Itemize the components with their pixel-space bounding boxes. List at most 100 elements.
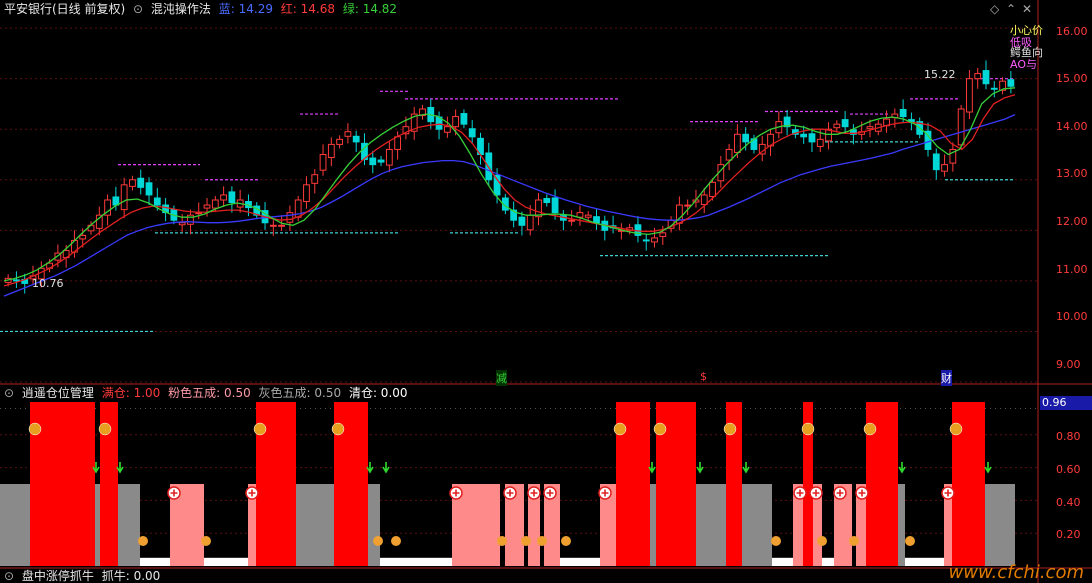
candle-body xyxy=(551,197,559,214)
sub-axis-label: 0.80 xyxy=(1056,430,1081,443)
candle-body xyxy=(833,123,841,129)
red-line-value: 红: 14.68 xyxy=(280,2,336,16)
green-line-value: 绿: 14.82 xyxy=(342,2,398,16)
candle-body xyxy=(535,199,542,218)
candle-body xyxy=(974,73,982,80)
gray-half-bar xyxy=(368,484,380,566)
bottom-header: ⊙ 盘中涨停抓牛 抓牛: 0.00 xyxy=(4,569,164,583)
clear-position-bar xyxy=(822,557,834,566)
high-price-mark: 15.22 xyxy=(924,68,956,81)
bottom-indicator-name[interactable]: 盘中涨停抓牛 xyxy=(22,569,94,583)
bottom-dropdown-icon[interactable]: ⊙ xyxy=(4,569,14,583)
label-ao: AO与 xyxy=(1010,58,1037,71)
money-bag-icon xyxy=(253,422,267,436)
clear-position-bar xyxy=(380,557,452,566)
candle-body xyxy=(203,204,211,209)
panel-up-icon[interactable]: ⌃ xyxy=(1006,2,1016,16)
candle-body xyxy=(394,136,402,150)
clear-position-bar xyxy=(560,557,600,566)
price-axis-label: 10.00 xyxy=(1056,310,1088,323)
clear-position-bar xyxy=(905,557,944,566)
stock-title[interactable]: 平安银行(日线 前复权) xyxy=(4,2,125,16)
candle-body xyxy=(13,279,20,282)
price-axis-label: 14.00 xyxy=(1056,120,1088,133)
alligator-line-红 xyxy=(3,94,1016,287)
candle-body xyxy=(319,154,327,171)
runner-icon xyxy=(537,536,547,546)
gray-half-value: 灰色五成: 0.50 xyxy=(258,386,342,400)
signal-reduce: 减 xyxy=(496,370,507,386)
sub-header: ⊙ 逍遥仓位管理 满仓: 1.00 粉色五成: 0.50 灰色五成: 0.50 … xyxy=(4,386,412,400)
candle-body xyxy=(841,119,849,128)
runner-icon xyxy=(905,536,915,546)
candle-body xyxy=(228,191,236,204)
close-icon[interactable]: ✕ xyxy=(1022,2,1032,16)
pink-half-value: 粉色五成: 0.50 xyxy=(168,386,251,400)
price-axis-label: 12.00 xyxy=(1056,215,1088,228)
expand-icon[interactable]: ◇ xyxy=(990,2,999,16)
candle-body xyxy=(327,143,335,159)
runner-icon xyxy=(373,536,383,546)
candle-body xyxy=(195,212,203,215)
money-bag-icon xyxy=(653,422,667,436)
candle-body xyxy=(899,109,907,118)
candle-body xyxy=(385,148,393,166)
candle-body xyxy=(593,216,600,224)
candle-body xyxy=(584,214,592,218)
blue-line-value: 蓝: 14.29 xyxy=(218,2,273,16)
runner-icon xyxy=(561,536,571,546)
candle-body xyxy=(137,177,145,188)
price-axis-label: 15.00 xyxy=(1056,72,1088,85)
sub-indicator-name[interactable]: 逍遥仓位管理 xyxy=(22,386,94,400)
indicator-dropdown-icon[interactable]: ⊙ xyxy=(133,2,143,16)
chart-canvas xyxy=(0,0,1092,583)
signal-finance: 财 xyxy=(941,370,952,386)
down-arrow-icon xyxy=(382,462,390,474)
gray-half-bar xyxy=(95,484,100,566)
clear-position-bar xyxy=(772,557,793,566)
clear-position-bar xyxy=(204,557,248,566)
candle-body xyxy=(543,197,551,204)
candle-body xyxy=(79,234,87,240)
gray-half-bar xyxy=(650,484,656,566)
candle-body xyxy=(211,199,219,209)
down-arrow-icon xyxy=(984,462,992,474)
candle-body xyxy=(369,157,377,166)
runner-icon xyxy=(201,536,211,546)
down-arrow-icon xyxy=(742,462,750,474)
candle-body xyxy=(866,126,874,130)
price-axis-label: 11.00 xyxy=(1056,263,1088,276)
signal-dollar: $ xyxy=(700,370,707,383)
low-price-mark: 10.76 xyxy=(32,277,64,290)
candle-body xyxy=(659,232,667,237)
sub-dropdown-icon[interactable]: ⊙ xyxy=(4,386,14,400)
alligator-line-绿 xyxy=(3,87,1016,282)
down-arrow-icon xyxy=(898,462,906,474)
candle-body xyxy=(518,216,526,226)
candle-body xyxy=(278,224,286,227)
candle-body xyxy=(452,116,460,128)
candle-body xyxy=(816,138,824,147)
gray-half-bar xyxy=(118,484,140,566)
watermark: www.cfchi.com xyxy=(948,562,1084,583)
candle-body xyxy=(941,164,948,172)
indicator-name[interactable]: 混沌操作法 xyxy=(151,2,211,16)
candle-body xyxy=(1007,79,1015,87)
money-bag-icon xyxy=(801,422,815,436)
runner-icon xyxy=(391,536,401,546)
price-axis-label: 9.00 xyxy=(1056,358,1081,371)
money-bag-icon xyxy=(863,422,877,436)
candle-body xyxy=(725,148,733,161)
candle-body xyxy=(145,182,153,196)
candle-body xyxy=(187,214,194,225)
sub-axis-label: 0.20 xyxy=(1056,528,1081,541)
candle-body xyxy=(311,174,319,184)
sub-axis-label: 0.60 xyxy=(1056,463,1081,476)
candle-body xyxy=(684,204,692,207)
candle-body xyxy=(982,70,990,85)
candle-body xyxy=(709,181,716,197)
runner-icon xyxy=(138,536,148,546)
runner-icon xyxy=(497,536,507,546)
candle-body xyxy=(220,194,228,201)
down-arrow-icon xyxy=(696,462,704,474)
